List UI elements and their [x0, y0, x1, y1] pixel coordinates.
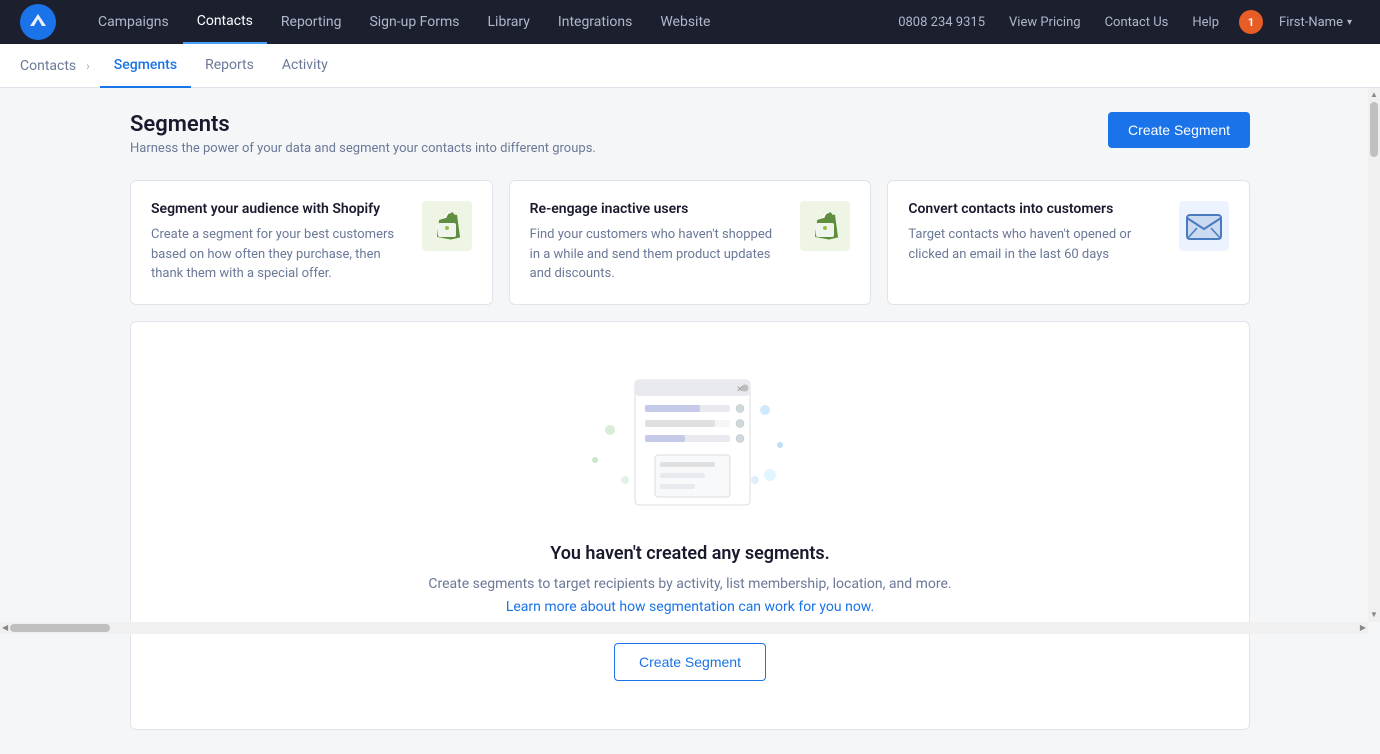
page-header: Segments Harness the power of your data … — [130, 112, 1250, 156]
scroll-down-arrow[interactable]: ▼ — [1370, 610, 1378, 620]
contact-us-link[interactable]: Contact Us — [1093, 0, 1181, 44]
logo[interactable] — [20, 4, 56, 40]
create-segment-button-empty[interactable]: Create Segment — [614, 643, 766, 681]
main-content: Segments Harness the power of your data … — [110, 88, 1270, 754]
inactive-users-card: Re-engage inactive users Find your custo… — [509, 180, 872, 305]
nav-signup-forms[interactable]: Sign-up Forms — [355, 0, 473, 44]
shopify-audience-card: Segment your audience with Shopify Creat… — [130, 180, 493, 305]
card-2-title: Re-engage inactive users — [530, 201, 785, 217]
nav-website[interactable]: Website — [646, 0, 724, 44]
create-segment-button-header[interactable]: Create Segment — [1108, 112, 1250, 148]
nav-reporting[interactable]: Reporting — [267, 0, 356, 44]
card-1-description: Create a segment for your best customers… — [151, 225, 406, 284]
tab-activity[interactable]: Activity — [268, 44, 342, 88]
empty-state-subtitle: Create segments to target recipients by … — [428, 574, 951, 595]
card-1-title: Segment your audience with Shopify — [151, 201, 406, 217]
convert-contacts-card: Convert contacts into customers Target c… — [887, 180, 1250, 305]
notification-badge[interactable]: 1 — [1239, 10, 1263, 34]
svg-text:✕: ✕ — [736, 385, 744, 395]
tab-segments[interactable]: Segments — [100, 44, 191, 88]
scrollbar-vertical[interactable]: ▲ ▼ — [1368, 88, 1380, 622]
card-2-description: Find your customers who haven't shopped … — [530, 225, 785, 284]
card-3-description: Target contacts who haven't opened or cl… — [908, 225, 1163, 264]
nav-links: Campaigns Contacts Reporting Sign-up For… — [84, 0, 886, 44]
nav-contacts[interactable]: Contacts — [183, 0, 267, 44]
page-title: Segments — [130, 112, 596, 137]
scrollbar-thumb-h[interactable] — [10, 624, 110, 632]
scroll-left-arrow[interactable]: ◀ — [2, 624, 8, 632]
card-3-content: Convert contacts into customers Target c… — [908, 201, 1163, 264]
page-subtitle: Harness the power of your data and segme… — [130, 141, 596, 156]
chevron-down-icon: ▾ — [1347, 17, 1352, 28]
shopify-icon-2 — [800, 201, 850, 251]
breadcrumb-separator: › — [80, 59, 96, 73]
card-3-title: Convert contacts into customers — [908, 201, 1163, 217]
nav-campaigns[interactable]: Campaigns — [84, 0, 183, 44]
scrollbar-horizontal[interactable]: ◀ ▶ — [0, 622, 1368, 634]
phone-number: 0808 234 9315 — [886, 15, 997, 30]
shopify-icon-1 — [422, 201, 472, 251]
tab-reports[interactable]: Reports — [191, 44, 268, 88]
empty-state-section: ✕ You haven't created any segments. Crea… — [130, 321, 1250, 730]
user-menu[interactable]: First-Name ▾ — [1271, 0, 1360, 44]
nav-library[interactable]: Library — [474, 0, 544, 44]
nav-right: 0808 234 9315 View Pricing Contact Us He… — [886, 0, 1360, 44]
sub-nav: Contacts › Segments Reports Activity — [0, 44, 1380, 88]
top-nav: Campaigns Contacts Reporting Sign-up For… — [0, 0, 1380, 44]
scrollbar-thumb-v[interactable] — [1370, 102, 1378, 157]
empty-illustration: ✕ — [580, 370, 800, 515]
cards-row: Segment your audience with Shopify Creat… — [130, 180, 1250, 305]
card-2-content: Re-engage inactive users Find your custo… — [530, 201, 785, 284]
email-icon — [1179, 201, 1229, 251]
breadcrumb-contacts[interactable]: Contacts — [20, 58, 80, 74]
sub-nav-tabs: Segments Reports Activity — [100, 44, 342, 88]
view-pricing-link[interactable]: View Pricing — [997, 0, 1093, 44]
scroll-up-arrow[interactable]: ▲ — [1370, 90, 1378, 100]
help-link[interactable]: Help — [1180, 0, 1231, 44]
empty-state-title: You haven't created any segments. — [550, 543, 830, 564]
empty-state-learn-more-link[interactable]: Learn more about how segmentation can wo… — [506, 599, 874, 615]
nav-integrations[interactable]: Integrations — [544, 0, 646, 44]
page-title-section: Segments Harness the power of your data … — [130, 112, 596, 156]
card-1-content: Segment your audience with Shopify Creat… — [151, 201, 406, 284]
user-name: First-Name — [1279, 15, 1343, 30]
scroll-right-arrow[interactable]: ▶ — [1360, 624, 1366, 632]
